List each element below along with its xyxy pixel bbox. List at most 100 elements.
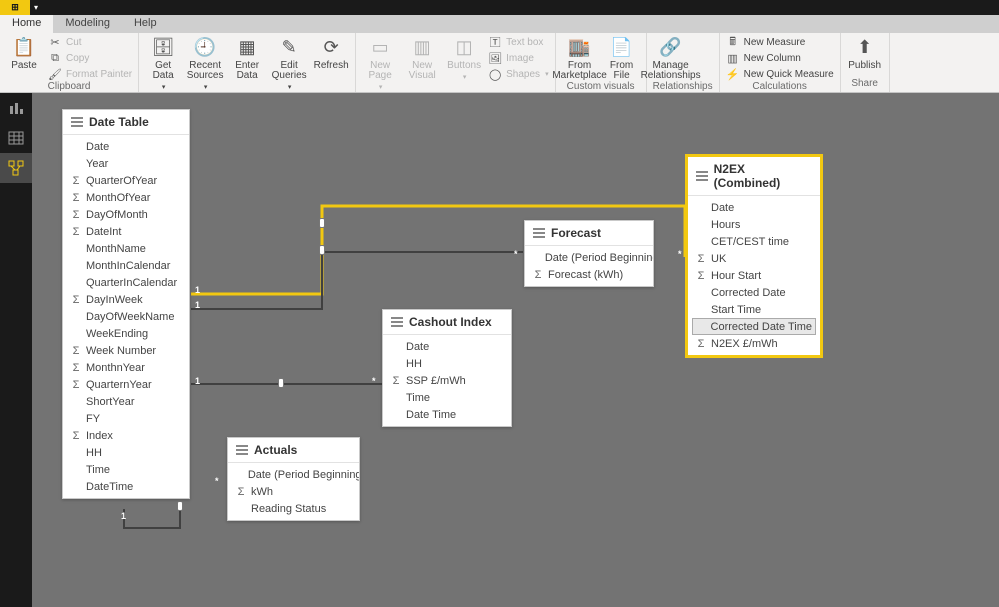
field-quarterofyear[interactable]: ΣQuarterOfYear: [63, 172, 189, 189]
copy-button[interactable]: ⧉Copy: [48, 51, 132, 65]
marketplace-button[interactable]: 🏬From Marketplace: [562, 35, 598, 81]
paste-button[interactable]: 📋 Paste: [6, 35, 42, 71]
field-corrected-date[interactable]: ΣCorrected Date: [688, 284, 820, 301]
column-icon: ▥: [726, 51, 740, 65]
field-label: Week Number: [86, 345, 156, 357]
table-header[interactable]: Actuals: [228, 438, 359, 463]
table-actuals[interactable]: Actuals ΣDate (Period Beginning)ΣkWhΣRea…: [227, 437, 360, 521]
field-index[interactable]: ΣIndex: [63, 427, 189, 444]
sigma-icon: Σ: [71, 294, 81, 306]
cut-button[interactable]: ✂Cut: [48, 35, 132, 49]
group-custom-visuals: 🏬From Marketplace 📄From File Custom visu…: [556, 33, 647, 92]
table-date[interactable]: Date Table ΣDateΣYearΣQuarterOfYearΣMont…: [62, 109, 190, 499]
field-date-time[interactable]: ΣDate Time: [383, 406, 511, 423]
field-year[interactable]: ΣYear: [63, 155, 189, 172]
tab-home[interactable]: Home: [0, 15, 53, 33]
field-n2ex-mwh[interactable]: ΣN2EX £/mWh: [688, 335, 820, 352]
new-page-button[interactable]: ▭New Page▾: [362, 35, 398, 93]
field-dayofweekname[interactable]: ΣDayOfWeekName: [63, 308, 189, 325]
field-dayofmonth[interactable]: ΣDayOfMonth: [63, 206, 189, 223]
field-hh[interactable]: ΣHH: [383, 355, 511, 372]
table-cashout-index[interactable]: Cashout Index ΣDateΣHHΣSSP £/mWhΣTimeΣDa…: [382, 309, 512, 427]
field-uk[interactable]: ΣUK: [688, 250, 820, 267]
tab-modeling[interactable]: Modeling: [53, 15, 122, 33]
field-hh[interactable]: ΣHH: [63, 444, 189, 461]
get-data-button[interactable]: 🗄Get Data▾: [145, 35, 181, 93]
format-painter-button[interactable]: 🖌Format Painter: [48, 67, 132, 81]
report-view-button[interactable]: [0, 93, 32, 123]
field-fy[interactable]: ΣFY: [63, 410, 189, 427]
table-header[interactable]: Forecast: [525, 221, 653, 246]
field-monthofyear[interactable]: ΣMonthOfYear: [63, 189, 189, 206]
field-datetime[interactable]: ΣDateTime: [63, 478, 189, 495]
table-header[interactable]: Cashout Index: [383, 310, 511, 335]
field-monthname[interactable]: ΣMonthName: [63, 240, 189, 257]
field-forecast-kwh-[interactable]: ΣForecast (kWh): [525, 266, 653, 283]
field-kwh[interactable]: ΣkWh: [228, 483, 359, 500]
field-date[interactable]: ΣDate: [383, 338, 511, 355]
model-canvas[interactable]: 1 1 1 1 * * * * Date Table ΣDateΣYearΣQu…: [32, 93, 999, 607]
field-hour-start[interactable]: ΣHour Start: [688, 267, 820, 284]
new-measure-button[interactable]: 🖩New Measure: [726, 35, 834, 49]
sigma-icon: Σ: [696, 338, 706, 350]
shapes-button[interactable]: ◯Shapes▾: [488, 67, 548, 81]
new-column-button[interactable]: ▥New Column: [726, 51, 834, 65]
scissors-icon: ✂: [48, 35, 62, 49]
field-time[interactable]: ΣTime: [63, 461, 189, 478]
field-monthincalendar[interactable]: ΣMonthInCalendar: [63, 257, 189, 274]
field-monthnyear[interactable]: ΣMonthnYear: [63, 359, 189, 376]
image-button[interactable]: 🖼Image: [488, 51, 548, 65]
field-ssp-mwh[interactable]: ΣSSP £/mWh: [383, 372, 511, 389]
field-time[interactable]: ΣTime: [383, 389, 511, 406]
field-reading-status[interactable]: ΣReading Status: [228, 500, 359, 517]
field-corrected-date-time[interactable]: ΣCorrected Date Time: [692, 318, 816, 335]
sigma-icon: Σ: [533, 269, 543, 281]
refresh-button[interactable]: ⟳Refresh: [313, 35, 349, 71]
edit-queries-button[interactable]: ✎Edit Queries▾: [271, 35, 307, 93]
table-header[interactable]: Date Table: [63, 110, 189, 135]
data-view-button[interactable]: [0, 123, 32, 153]
field-hours[interactable]: ΣHours: [688, 216, 820, 233]
field-week-number[interactable]: Σ Week Number: [63, 342, 189, 359]
sigma-icon: Σ: [71, 345, 81, 357]
new-quick-measure-button[interactable]: ⚡New Quick Measure: [726, 67, 834, 81]
field-cet-cest-time[interactable]: ΣCET/CEST time: [688, 233, 820, 250]
tab-help[interactable]: Help: [122, 15, 169, 33]
field-label: kWh: [251, 486, 273, 498]
group-clipboard: 📋 Paste ✂Cut ⧉Copy 🖌Format Painter Clipb…: [0, 33, 139, 92]
buttons-button[interactable]: ◫Buttons▾: [446, 35, 482, 83]
from-file-button[interactable]: 📄From File: [604, 35, 640, 81]
field-date-period-beginning-[interactable]: ΣDate (Period Beginning): [525, 249, 653, 266]
field-label: Start Time: [711, 304, 761, 316]
manage-relationships-button[interactable]: 🔗Manage Relationships: [653, 35, 689, 81]
field-quarterincalendar[interactable]: ΣQuarterInCalendar: [63, 274, 189, 291]
field-dayinweek[interactable]: ΣDayInWeek: [63, 291, 189, 308]
field-date[interactable]: ΣDate: [688, 199, 820, 216]
field-label: Year: [86, 158, 108, 170]
model-view-button[interactable]: [0, 153, 32, 183]
relationships-icon: 🔗: [659, 35, 683, 59]
new-visual-button[interactable]: ▥New Visual: [404, 35, 440, 81]
field-dateint[interactable]: ΣDateInt: [63, 223, 189, 240]
field-shortyear[interactable]: ΣShortYear: [63, 393, 189, 410]
sigma-icon: Σ: [71, 379, 81, 391]
field-label: Date: [86, 141, 109, 153]
enter-data-button[interactable]: ▦Enter Data: [229, 35, 265, 81]
group-calculations: 🖩New Measure ▥New Column ⚡New Quick Meas…: [720, 33, 841, 92]
brush-icon: 🖌: [48, 67, 62, 81]
field-weekending[interactable]: ΣWeekEnding: [63, 325, 189, 342]
field-quarternyear[interactable]: ΣQuarternYear: [63, 376, 189, 393]
table-forecast[interactable]: Forecast ΣDate (Period Beginning)ΣForeca…: [524, 220, 654, 287]
table-header[interactable]: N2EX (Combined): [688, 157, 820, 196]
publish-button[interactable]: ⬆Publish: [847, 35, 883, 71]
field-start-time[interactable]: ΣStart Time: [688, 301, 820, 318]
field-label: QuarterOfYear: [86, 175, 157, 187]
field-date[interactable]: ΣDate: [63, 138, 189, 155]
qat-dropdown[interactable]: ▾: [30, 0, 42, 15]
recent-sources-button[interactable]: 🕘Recent Sources▾: [187, 35, 223, 93]
copy-icon: ⧉: [48, 51, 62, 65]
field-label: Date: [406, 341, 429, 353]
textbox-button[interactable]: 🅃Text box: [488, 35, 548, 49]
field-date-period-beginning-[interactable]: ΣDate (Period Beginning): [228, 466, 359, 483]
table-n2ex-combined[interactable]: N2EX (Combined) ΣDateΣHoursΣCET/CEST tim…: [686, 155, 822, 357]
